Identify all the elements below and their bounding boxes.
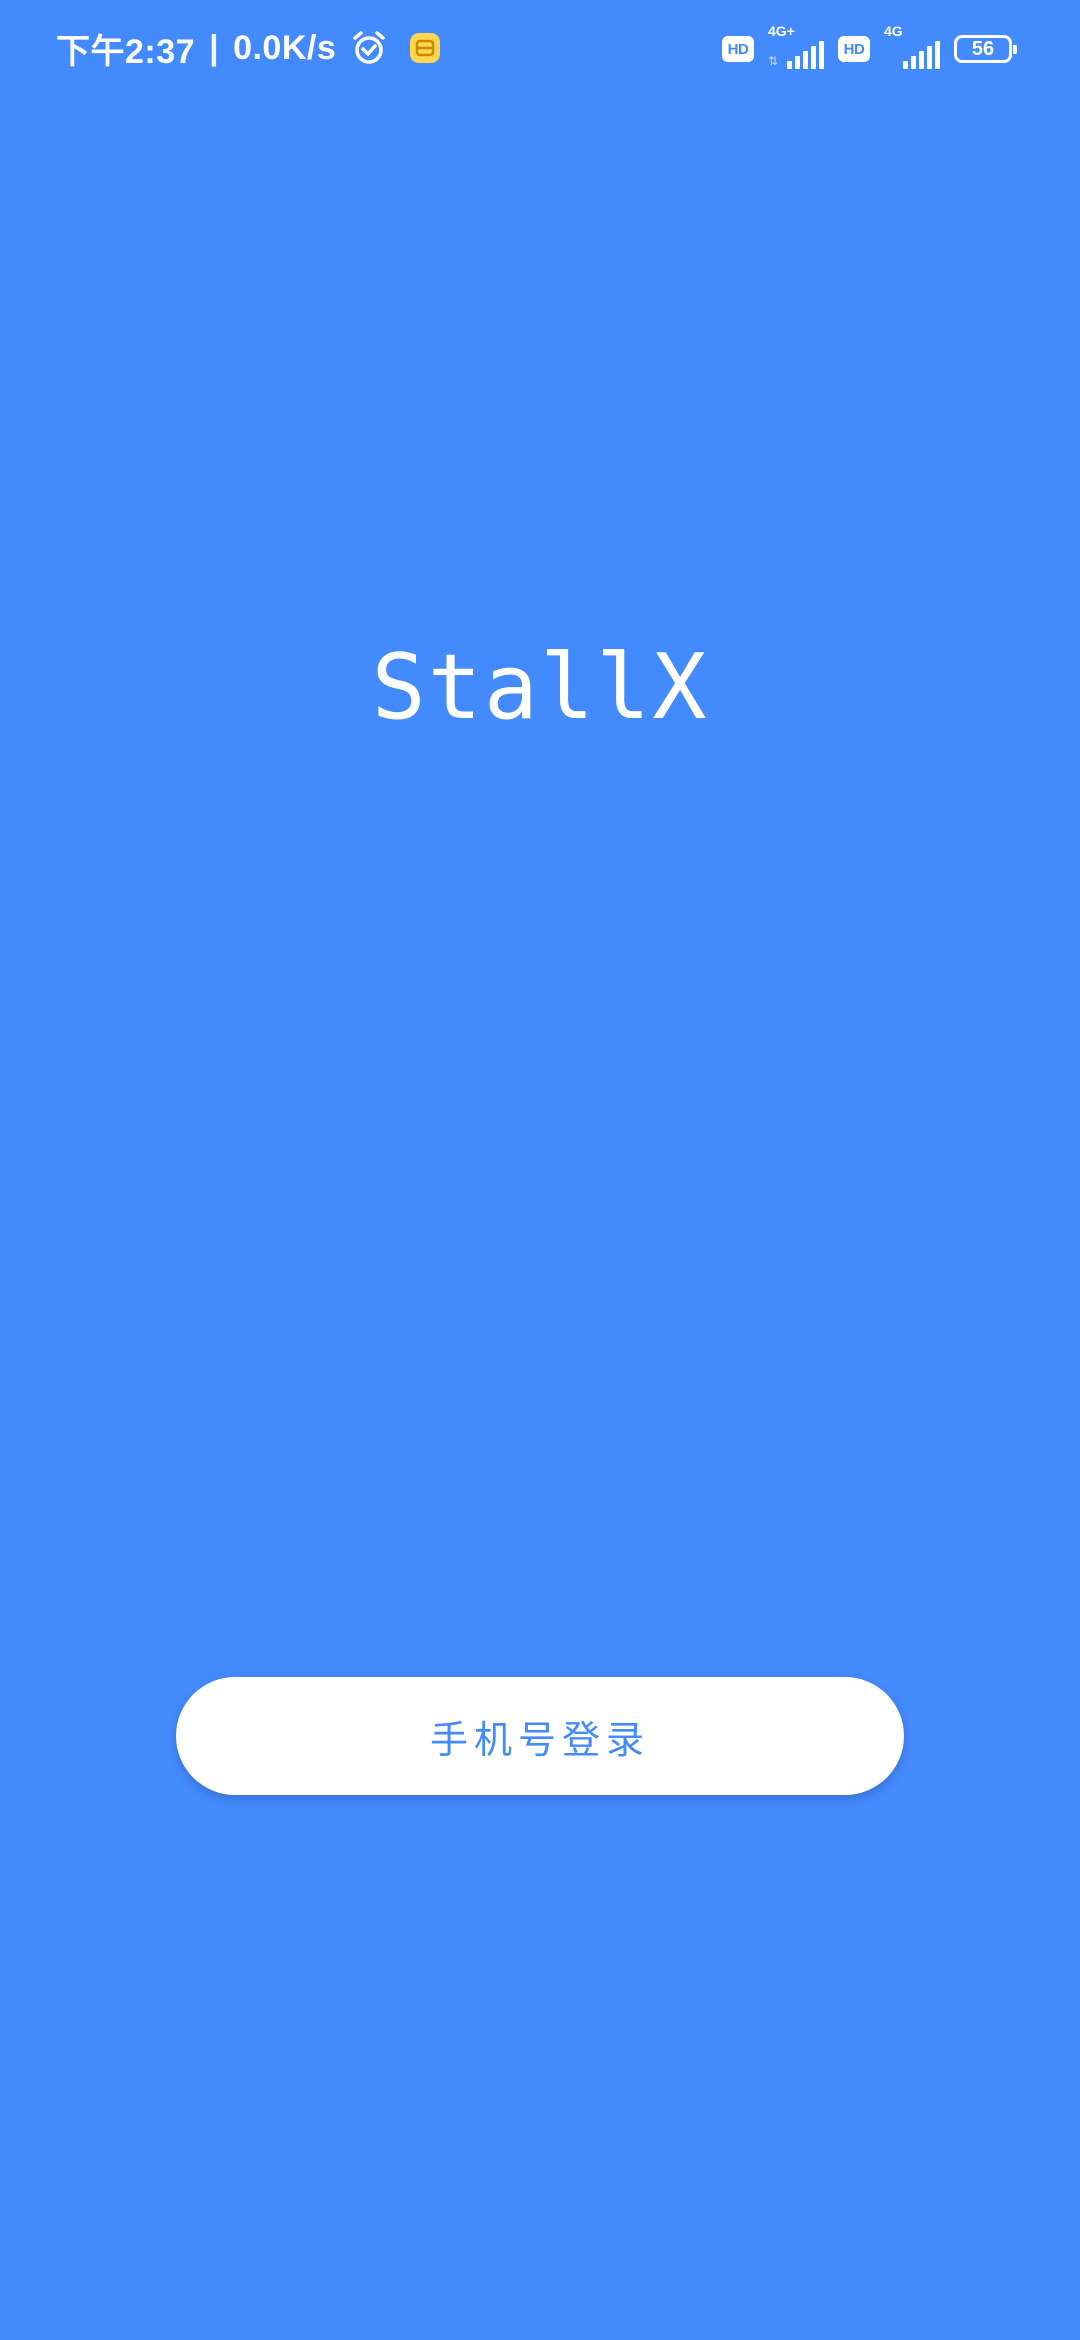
sim1-signal-icon — [787, 41, 824, 69]
phone-login-button[interactable]: 手机号登录 — [176, 1677, 904, 1795]
battery-level: 56 — [971, 37, 995, 60]
sim2-signal-group: 4G — [884, 23, 940, 69]
status-time: 下午2:37 — [56, 32, 196, 71]
sim1-network-type: 4G+ — [768, 23, 795, 39]
status-left-group: 下午2:37 | 0.0K/s — [56, 24, 442, 72]
battery-icon: 56 — [954, 35, 1017, 63]
sim1-signal-group: 4G+ ⇅ — [768, 23, 824, 69]
status-bar: 下午2:37 | 0.0K/s HD 4G+ ⇅ HD 4G 56 — [0, 0, 1080, 96]
status-separator: | — [209, 28, 220, 67]
sim2-network-type: 4G — [884, 23, 903, 39]
sim2-signal-icon — [903, 41, 940, 69]
data-activity-icon: ⇅ — [768, 54, 779, 68]
status-net-speed: 0.0K/s — [233, 28, 337, 67]
hd-badge-sim1: HD — [722, 36, 754, 62]
message-notification-icon — [408, 31, 442, 65]
hd-badge-sim2: HD — [838, 36, 870, 62]
status-right-group: HD 4G+ ⇅ HD 4G 56 — [722, 23, 1018, 72]
alarm-clock-icon — [350, 29, 388, 67]
app-title: StallX — [371, 635, 709, 740]
